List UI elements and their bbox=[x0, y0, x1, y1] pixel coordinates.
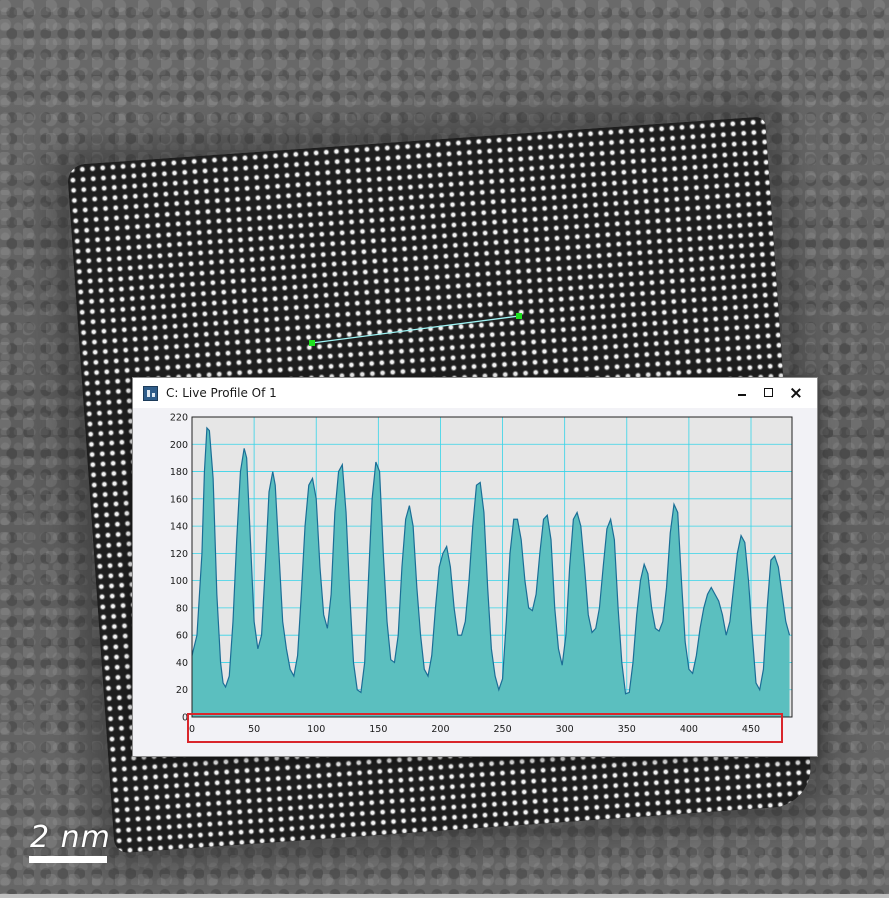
intensity-profile-chart: 0204060801001201401601802002200 50 100 150 2… bbox=[170, 413, 793, 735]
profile-line-start-handle[interactable] bbox=[309, 340, 315, 346]
window-title: C: Live Profile Of 1 bbox=[166, 386, 277, 400]
y-tick-label: 180 bbox=[170, 467, 188, 478]
x-axis-highlight-box bbox=[187, 713, 783, 743]
y-tick-label: 200 bbox=[170, 440, 188, 451]
title-bar[interactable]: C: Live Profile Of 1 bbox=[133, 378, 817, 408]
maximize-icon[interactable] bbox=[758, 383, 780, 403]
y-tick-label: 80 bbox=[176, 603, 188, 614]
live-profile-window[interactable]: C: Live Profile Of 1 0 20 40 60 80 100 120 140 1… bbox=[132, 377, 818, 757]
profile-line[interactable] bbox=[311, 315, 520, 344]
y-tick-label: 20 bbox=[176, 685, 188, 696]
profile-line-end-handle[interactable] bbox=[516, 313, 522, 319]
minimize-icon[interactable] bbox=[731, 383, 753, 403]
profile-app-icon bbox=[143, 386, 158, 401]
y-tick-label: 100 bbox=[170, 576, 188, 587]
scale-bar-label: 2 nm bbox=[30, 820, 111, 855]
y-tick-label: 160 bbox=[170, 494, 188, 505]
scale-bar bbox=[29, 856, 107, 863]
y-tick-label: 220 bbox=[170, 413, 188, 424]
close-icon[interactable] bbox=[785, 383, 807, 403]
y-tick-label: 140 bbox=[170, 522, 188, 533]
y-tick-label: 60 bbox=[176, 631, 188, 642]
y-tick-label: 120 bbox=[170, 549, 188, 560]
y-tick-label: 40 bbox=[176, 658, 188, 669]
